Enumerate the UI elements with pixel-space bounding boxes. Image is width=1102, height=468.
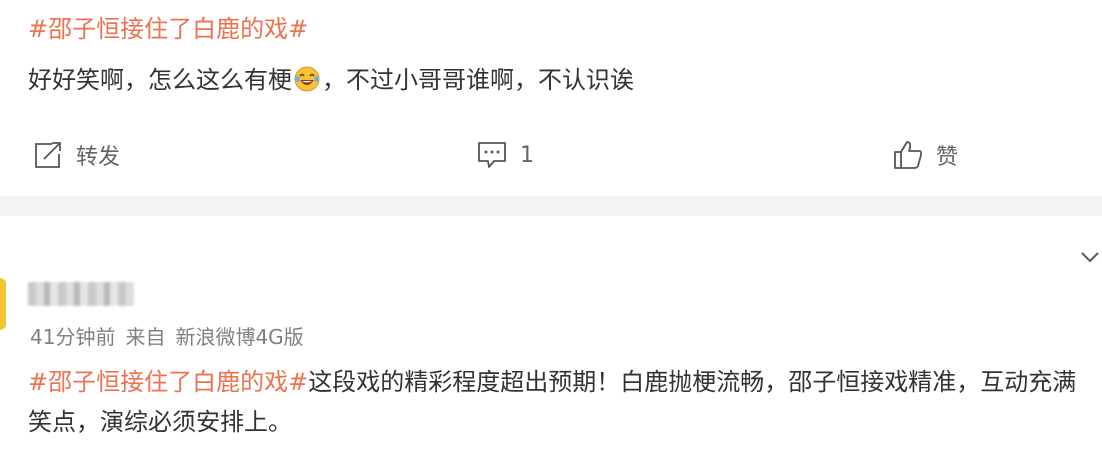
source-prefix: 来自 bbox=[125, 325, 166, 349]
post-meta: 41分钟前 来自 新浪微博4G版 bbox=[30, 322, 314, 352]
avatar[interactable] bbox=[0, 278, 6, 330]
laughing-tears-emoji-icon bbox=[294, 66, 320, 92]
post-time: 41分钟前 bbox=[30, 325, 116, 349]
comment-button[interactable]: 1 bbox=[476, 138, 534, 172]
post-text: 好好笑啊，怎么这么有梗 ，不过小哥哥谁啊，不认识诶 bbox=[28, 62, 634, 98]
comment-count: 1 bbox=[520, 142, 534, 168]
comment-icon bbox=[478, 142, 506, 168]
like-label: 赞 bbox=[936, 145, 959, 170]
weibo-feed: #邵子恒接住了白鹿的戏# 好好笑啊，怎么这么有梗 ，不过小哥哥谁啊，不认识诶 转… bbox=[0, 0, 1102, 468]
topic-hashtag-link[interactable]: #邵子恒接住了白鹿的戏# bbox=[28, 12, 308, 46]
like-button[interactable]: 赞 bbox=[892, 138, 958, 172]
post-text-part: 好好笑啊，怎么这么有梗 bbox=[28, 66, 292, 94]
post-separator bbox=[0, 196, 1102, 216]
repost-icon bbox=[35, 142, 61, 168]
post-text-part: ，不过小哥哥谁啊，不认识诶 bbox=[322, 66, 634, 94]
repost-label: 转发 bbox=[76, 145, 121, 170]
post-text: #邵子恒接住了白鹿的戏#这段戏的精彩程度超出预期！白鹿抛梗流畅，邵子恒接戏精准，… bbox=[28, 362, 1078, 442]
username-blurred[interactable] bbox=[28, 282, 134, 306]
chevron-down-icon[interactable] bbox=[1080, 250, 1100, 264]
post-card: #邵子恒接住了白鹿的戏# 好好笑啊，怎么这么有梗 ，不过小哥哥谁啊，不认识诶 转… bbox=[0, 0, 1102, 196]
topic-hashtag-link[interactable]: #邵子恒接住了白鹿的戏# bbox=[28, 368, 308, 396]
thumbs-up-icon bbox=[894, 141, 923, 169]
post-source: 新浪微博4G版 bbox=[175, 325, 304, 349]
repost-button[interactable]: 转发 bbox=[32, 138, 120, 172]
